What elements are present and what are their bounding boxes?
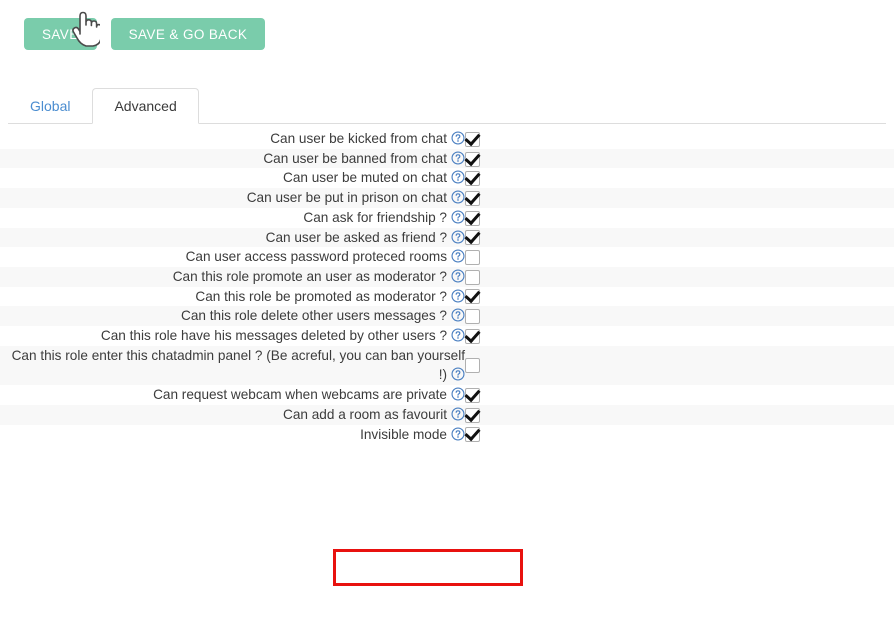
permission-row: Can this role promote an user as moderat… [0, 266, 894, 287]
permission-row: Can user be kicked from chat [0, 129, 894, 149]
help-circle-icon[interactable] [451, 269, 465, 283]
permission-label-cell: Can user be muted on chat [0, 168, 465, 188]
tab-global[interactable]: Global [8, 88, 92, 124]
permission-label-cell: Can user be banned from chat [0, 149, 465, 169]
permission-control-cell [465, 247, 894, 267]
permission-row: Can this role have his messages deleted … [0, 326, 894, 346]
help-circle-icon[interactable] [451, 427, 465, 441]
permission-label-cell: Can request webcam when webcams are priv… [0, 385, 465, 405]
permission-checkbox[interactable] [465, 387, 480, 403]
permission-checkbox[interactable] [465, 171, 480, 187]
permission-checkbox[interactable] [465, 151, 480, 167]
tab-advanced[interactable]: Advanced [92, 88, 199, 124]
permission-label-cell: Can ask for friendship ? [0, 208, 465, 228]
settings-tabs: Global Advanced [8, 88, 886, 124]
permission-control-cell [465, 188, 894, 208]
help-circle-icon[interactable] [451, 289, 465, 303]
permission-label: Can add a room as favourit [283, 406, 447, 422]
help-circle-icon[interactable] [451, 407, 465, 421]
permission-control-cell [465, 149, 894, 169]
permission-control-cell [465, 267, 894, 287]
highlight-box [333, 549, 523, 586]
permission-label-cell: Can user access password proteced rooms [0, 247, 465, 267]
permission-label-cell: Can user be asked as friend ? [0, 228, 465, 248]
permission-checkbox[interactable] [465, 358, 480, 374]
permission-row: Can request webcam when webcams are priv… [0, 385, 894, 405]
permission-control-cell [465, 129, 894, 149]
permission-label-cell: Can add a room as favourit [0, 405, 465, 425]
permission-label-cell: Can this role promote an user as moderat… [0, 267, 465, 287]
permission-row: Invisible mode [0, 424, 894, 445]
help-circle-icon[interactable] [451, 210, 465, 224]
permission-control-cell [465, 385, 894, 405]
permission-checkbox[interactable] [465, 407, 480, 423]
permission-label: Invisible mode [360, 426, 447, 442]
help-circle-icon[interactable] [451, 387, 465, 401]
permission-label: Can this role promote an user as moderat… [172, 268, 447, 284]
permission-label: Can user be banned from chat [263, 150, 447, 166]
permission-label: Can user be asked as friend ? [265, 229, 447, 245]
permission-label: Can this role enter this chatadmin panel… [11, 347, 465, 383]
permission-row: Can user be asked as friend ? [0, 227, 894, 248]
permission-checkbox[interactable] [465, 289, 480, 305]
permission-row: Can this role be promoted as moderator ? [0, 286, 894, 307]
permission-label: Can this role have his messages deleted … [100, 328, 447, 344]
permission-label-cell: Can this role have his messages deleted … [0, 326, 465, 346]
permission-label: Can ask for friendship ? [303, 209, 447, 225]
permission-label: Can request webcam when webcams are priv… [153, 387, 447, 403]
permission-row: Can user access password proteced rooms [0, 247, 894, 267]
permission-row: Can this role enter this chatadmin panel… [0, 345, 894, 386]
permission-checkbox[interactable] [465, 269, 480, 285]
action-toolbar: SAVE SAVE & GO BACK [0, 0, 894, 56]
permission-row: Can user be banned from chat [0, 148, 894, 169]
save-and-go-back-button[interactable]: SAVE & GO BACK [110, 18, 266, 50]
permission-row: Can this role delete other users message… [0, 306, 894, 327]
help-circle-icon[interactable] [451, 170, 465, 184]
help-circle-icon[interactable] [451, 328, 465, 342]
permission-control-cell [465, 326, 894, 346]
permission-checkbox[interactable] [465, 328, 480, 344]
permission-label-cell: Can this role delete other users message… [0, 306, 465, 326]
permission-label: Can this role delete other users message… [181, 308, 447, 324]
permission-row: Can add a room as favourit [0, 404, 894, 425]
permission-label: Can user access password proteced rooms [185, 249, 447, 265]
permission-control-cell [465, 306, 894, 326]
permission-checkbox[interactable] [465, 250, 480, 266]
permission-control-cell [465, 208, 894, 228]
help-circle-icon[interactable] [451, 151, 465, 165]
permission-label-cell: Can this role enter this chatadmin panel… [0, 346, 465, 385]
permission-label-cell: Invisible mode [0, 425, 465, 445]
permissions-table: Can user be kicked from chat Can user be … [0, 129, 894, 445]
permission-control-cell [465, 346, 894, 385]
permission-label: Can user be put in prison on chat [246, 190, 447, 206]
help-circle-icon[interactable] [451, 190, 465, 204]
permission-checkbox[interactable] [465, 230, 480, 246]
permission-label: Can user be kicked from chat [270, 131, 447, 146]
help-circle-icon[interactable] [451, 229, 465, 244]
permission-control-cell [465, 425, 894, 445]
save-button[interactable]: SAVE [24, 18, 97, 50]
permission-label: Can user be muted on chat [283, 170, 447, 186]
permission-checkbox[interactable] [465, 427, 480, 443]
permission-checkbox[interactable] [465, 309, 480, 325]
permission-control-cell [465, 287, 894, 307]
help-circle-icon[interactable] [451, 367, 465, 381]
permission-label: Can this role be promoted as moderator ? [195, 288, 447, 304]
permission-label-cell: Can this role be promoted as moderator ? [0, 287, 465, 307]
permission-row: Can user be put in prison on chat [0, 188, 894, 208]
permission-row: Can ask for friendship ? [0, 207, 894, 228]
permission-label-cell: Can user be kicked from chat [0, 129, 465, 149]
help-circle-icon[interactable] [451, 131, 465, 145]
help-circle-icon[interactable] [451, 308, 465, 322]
permission-checkbox[interactable] [465, 131, 480, 147]
permission-row: Can user be muted on chat [0, 168, 894, 189]
permission-checkbox[interactable] [465, 190, 480, 206]
permission-label-cell: Can user be put in prison on chat [0, 188, 465, 208]
permission-control-cell [465, 405, 894, 425]
permission-control-cell [465, 168, 894, 188]
permission-checkbox[interactable] [465, 210, 480, 226]
permission-control-cell [465, 228, 894, 248]
help-circle-icon[interactable] [451, 249, 465, 263]
